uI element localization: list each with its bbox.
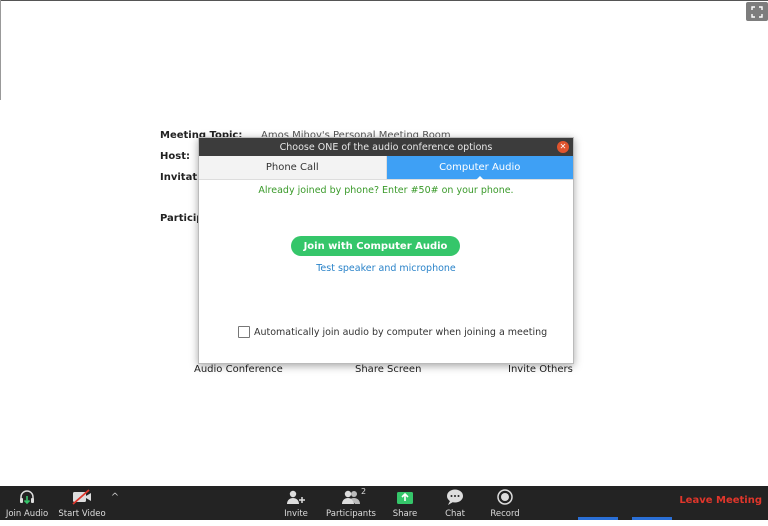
fullscreen-icon bbox=[751, 5, 763, 18]
close-icon: ✕ bbox=[559, 142, 567, 151]
audio-tabs: Phone Call Computer Audio bbox=[199, 156, 573, 180]
auto-join-label: Automatically join audio by computer whe… bbox=[254, 326, 548, 338]
leave-meeting-button[interactable]: Leave Meeting bbox=[679, 495, 762, 506]
invite-label: Invite bbox=[284, 509, 308, 519]
video-off-icon bbox=[72, 489, 91, 505]
test-speaker-link[interactable]: Test speaker and microphone bbox=[199, 263, 573, 274]
video-options-caret[interactable]: ^ bbox=[108, 492, 122, 526]
record-label: Record bbox=[490, 509, 520, 519]
auto-join-checkbox[interactable] bbox=[238, 326, 250, 338]
participants-label-toolbar: Participants bbox=[326, 509, 376, 519]
host-label: Host: bbox=[160, 151, 190, 162]
join-computer-audio-button[interactable]: Join with Computer Audio bbox=[291, 236, 460, 256]
chat-button[interactable]: Chat bbox=[440, 486, 470, 520]
start-video-button[interactable]: Start Video bbox=[56, 486, 108, 520]
share-screen-link[interactable]: Share Screen bbox=[355, 364, 421, 375]
join-audio-button[interactable]: Join Audio bbox=[4, 486, 50, 520]
share-button[interactable]: Share bbox=[388, 486, 422, 520]
join-audio-label: Join Audio bbox=[5, 509, 49, 519]
invite-icon bbox=[287, 490, 305, 504]
window-top-border bbox=[0, 0, 768, 1]
tab-computer-audio[interactable]: Computer Audio bbox=[386, 156, 573, 180]
headphones-icon bbox=[20, 490, 34, 505]
close-button[interactable]: ✕ bbox=[557, 141, 569, 153]
fullscreen-button[interactable] bbox=[746, 2, 768, 21]
phone-join-hint: Already joined by phone? Enter #50# on y… bbox=[258, 185, 514, 196]
participants-button[interactable]: 2 Participants bbox=[325, 486, 377, 520]
tab-phone-call[interactable]: Phone Call bbox=[199, 156, 387, 179]
start-video-label: Start Video bbox=[58, 509, 106, 519]
dialog-title-bar: Choose ONE of the audio conference optio… bbox=[199, 138, 573, 156]
audio-options-dialog: Choose ONE of the audio conference optio… bbox=[198, 137, 574, 364]
invite-others-link[interactable]: Invite Others bbox=[508, 364, 573, 375]
record-button[interactable]: Record bbox=[488, 486, 522, 520]
share-icon bbox=[397, 492, 413, 504]
dialog-title: Choose ONE of the audio conference optio… bbox=[279, 141, 493, 153]
window-left-border bbox=[0, 0, 1, 100]
participants-count: 2 bbox=[361, 487, 367, 496]
invite-button[interactable]: Invite bbox=[279, 486, 313, 520]
chat-label: Chat bbox=[445, 509, 465, 519]
record-icon bbox=[497, 489, 513, 505]
participants-label: Particip bbox=[160, 213, 204, 224]
audio-conference-link[interactable]: Audio Conference bbox=[194, 364, 283, 375]
chevron-up-icon: ^ bbox=[110, 492, 120, 503]
chat-icon bbox=[447, 489, 463, 505]
share-label: Share bbox=[392, 509, 418, 519]
auto-join-row[interactable]: Automatically join audio by computer whe… bbox=[238, 326, 547, 338]
participants-icon bbox=[342, 490, 360, 504]
meeting-toolbar: Join Audio Start Video ^ Invite 2 Partic… bbox=[0, 486, 768, 520]
